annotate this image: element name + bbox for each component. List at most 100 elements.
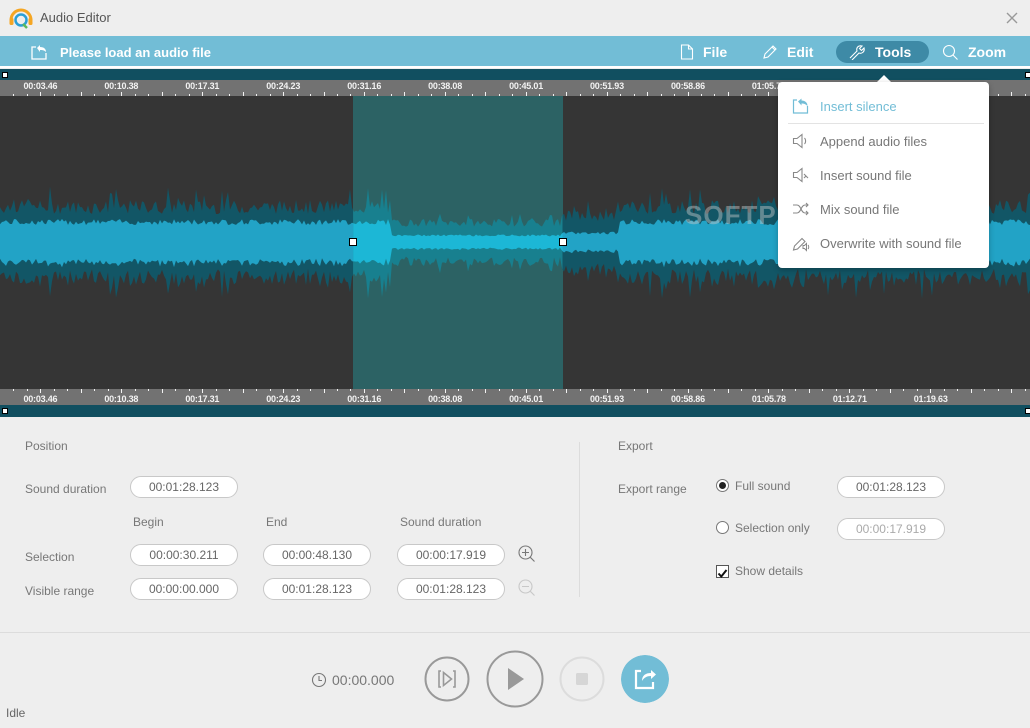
clock-icon (311, 672, 327, 688)
tick-mark (593, 389, 595, 391)
tick-mark (579, 389, 581, 391)
stop-button[interactable] (559, 656, 605, 702)
full-sound-label[interactable]: Full sound (735, 479, 790, 493)
tick-mark (94, 389, 96, 391)
shuffle-icon (793, 202, 809, 216)
visible-range-label: Visible range (25, 584, 95, 598)
tick-label: 00:24.23 (266, 394, 301, 404)
position-section-title: Position (25, 439, 68, 453)
insert-silence-icon (792, 98, 809, 114)
tick-mark (215, 389, 217, 391)
tick-mark (984, 389, 986, 391)
tick-mark (997, 389, 999, 391)
tick-mark (943, 389, 945, 391)
menu-tools[interactable]: Tools (836, 41, 929, 63)
menu-file-label: File (703, 44, 728, 60)
pencil-speaker-icon (792, 237, 810, 252)
menu-item-overwrite-with-sound-file[interactable]: Overwrite with sound file (792, 232, 977, 254)
tick-mark (431, 389, 433, 391)
menu-item-mix-sound-file[interactable]: Mix sound file (792, 198, 977, 220)
tick-mark (134, 389, 136, 391)
tick-mark (13, 389, 15, 391)
tick-mark (390, 389, 392, 391)
corner-handle-top-left[interactable] (2, 72, 8, 78)
menu-zoom[interactable]: Zoom (930, 41, 1018, 63)
tick-mark (188, 389, 190, 391)
selection-duration-field[interactable]: 00:00:17.919 (397, 544, 505, 566)
app-logo-icon (9, 8, 33, 29)
dropdown-arrow (877, 75, 891, 82)
visible-begin-field[interactable]: 00:00:00.000 (130, 578, 238, 600)
tick-mark (404, 389, 406, 393)
menu-item-insert-sound-file[interactable]: Insert sound file (792, 164, 977, 186)
tick-mark (229, 389, 231, 391)
column-duration-label: Sound duration (400, 515, 482, 529)
visible-end-field[interactable]: 00:01:28.123 (263, 578, 371, 600)
tick-mark (296, 389, 298, 391)
full-sound-radio[interactable] (716, 479, 729, 492)
overview-band-top (0, 69, 1030, 80)
selection-only-radio[interactable] (716, 521, 729, 534)
selection-start-handle[interactable] (349, 238, 358, 246)
tick-label: 01:05.78 (751, 394, 786, 404)
title-bar: Audio Editor (0, 0, 1030, 36)
zoom-in-icon[interactable] (517, 544, 537, 564)
tick-label: 00:31.16 (347, 394, 382, 404)
zoom-out-icon[interactable] (517, 578, 537, 598)
tick-mark (471, 389, 473, 391)
selection-begin-field[interactable]: 00:00:30.211 (130, 544, 238, 566)
tick-label: 00:03.46 (23, 81, 58, 91)
pencil-icon (763, 45, 777, 59)
selection-end-field[interactable]: 00:00:48.130 (263, 544, 371, 566)
tick-mark (148, 389, 150, 391)
tick-mark (754, 389, 756, 391)
visible-duration-field[interactable]: 00:01:28.123 (397, 578, 505, 600)
menu-file[interactable]: File (668, 41, 739, 63)
tick-mark (741, 389, 743, 391)
tick-mark (283, 389, 285, 393)
status-text: Idle (6, 706, 26, 720)
tick-label: 00:17.31 (185, 394, 220, 404)
play-selection-button[interactable] (424, 656, 470, 702)
tick-mark (40, 389, 42, 393)
tick-mark (620, 389, 622, 391)
timeline-ruler-bottom[interactable]: 00:03.46 00:10.38 00:17.31 00:24.23 00:31.16… (0, 389, 1030, 405)
menu-item-append-audio-files[interactable]: Append audio files (792, 130, 977, 152)
corner-handle-top-right[interactable] (1025, 72, 1030, 78)
export-range-label: Export range (618, 482, 687, 496)
show-details-checkbox[interactable] (716, 565, 729, 579)
toolbar: Please load an audio file File Edit Tool… (0, 36, 1030, 68)
tick-mark (768, 389, 770, 393)
export-button[interactable] (621, 655, 669, 703)
file-icon (680, 44, 694, 60)
corner-handle-bottom-left[interactable] (2, 408, 8, 414)
full-sound-duration-field: 00:01:28.123 (837, 476, 945, 498)
playback-time: 00:00.000 (311, 672, 394, 688)
tick-mark (107, 389, 109, 391)
menu-edit[interactable]: Edit (750, 41, 825, 63)
tick-mark (876, 389, 878, 391)
tick-mark (323, 389, 325, 393)
app-title: Audio Editor (40, 10, 111, 25)
corner-handle-bottom-right[interactable] (1025, 408, 1030, 414)
tick-mark (67, 389, 69, 391)
play-button[interactable] (486, 650, 544, 708)
selection-end-handle[interactable] (558, 238, 567, 246)
column-begin-label: Begin (133, 515, 164, 529)
tick-mark (256, 389, 258, 391)
sound-duration-field[interactable]: 00:01:28.123 (130, 476, 238, 498)
load-audio-button[interactable]: Please load an audio file (30, 41, 211, 63)
selection-only-label[interactable]: Selection only (735, 521, 810, 535)
tick-label: 00:38.08 (428, 81, 463, 91)
close-icon[interactable] (1002, 8, 1022, 28)
panel-divider (579, 442, 580, 597)
tick-label: 00:10.38 (104, 394, 139, 404)
show-details-label[interactable]: Show details (735, 564, 803, 578)
tools-dropdown-menu: Insert silence Append audio files Insert… (778, 82, 989, 268)
tick-mark (202, 389, 204, 393)
tick-mark (957, 389, 959, 391)
tick-mark (552, 389, 554, 391)
tick-label: 00:31.16 (347, 81, 382, 91)
tick-mark (862, 389, 864, 391)
menu-item-insert-silence[interactable]: Insert silence (792, 95, 977, 117)
